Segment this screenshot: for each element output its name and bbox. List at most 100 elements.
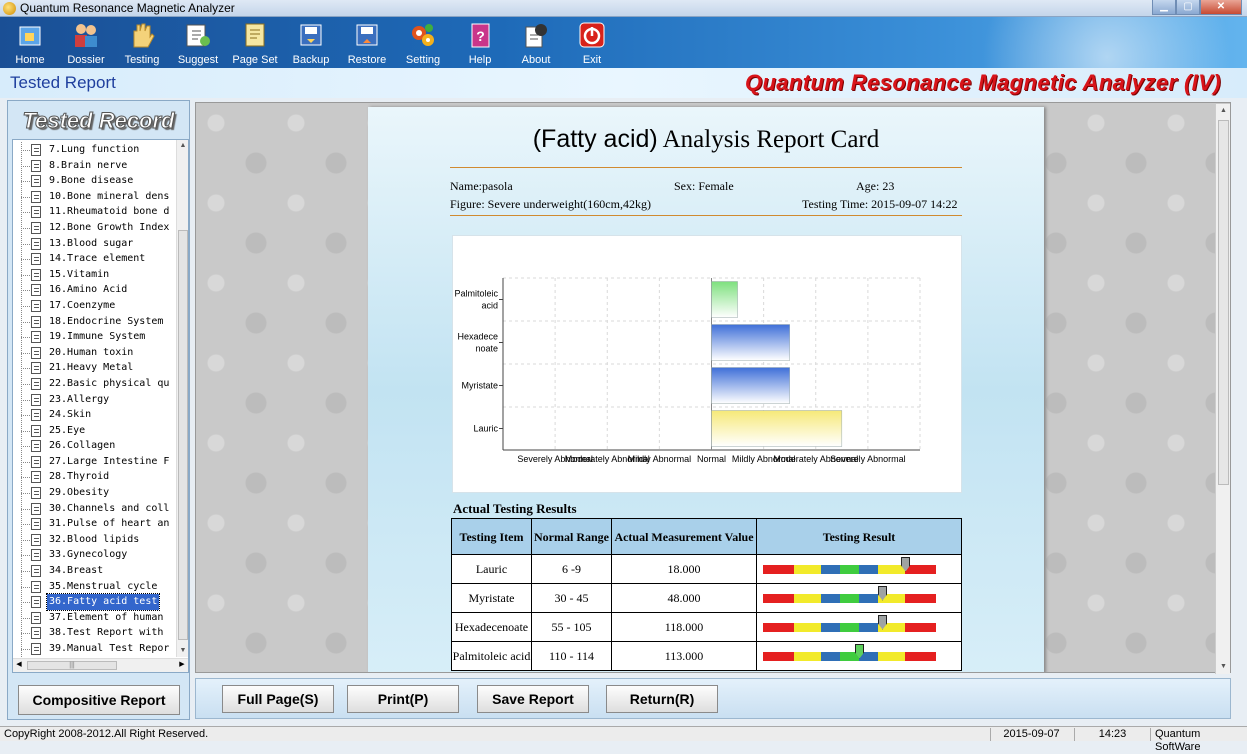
tree-item[interactable]: 37.Element of human xyxy=(13,610,178,626)
document-icon xyxy=(31,393,41,406)
tree-item[interactable]: 12.Bone Growth Index xyxy=(13,220,178,236)
tree-connector xyxy=(21,305,30,307)
tree-horizontal-scrollbar[interactable]: ◀ ||| ▶ xyxy=(13,658,188,672)
tree-item[interactable]: 17.Coenzyme xyxy=(13,298,178,314)
toolbar-button-label: About xyxy=(521,54,551,66)
chart-y-tick-label: Hexadece xyxy=(457,332,498,342)
gauge-segment xyxy=(820,564,840,574)
document-icon xyxy=(31,533,41,546)
toolbar-about-button[interactable]: About xyxy=(508,19,564,67)
tree-item[interactable]: 26.Collagen xyxy=(13,438,178,454)
toolbar-page-set-button[interactable]: Page Set xyxy=(227,19,283,67)
page-set-icon xyxy=(241,21,269,49)
tree-hscroll-thumb[interactable]: ||| xyxy=(27,661,117,670)
tree-item[interactable]: 7.Lung function xyxy=(13,142,178,158)
tree-item[interactable]: 15.Vitamin xyxy=(13,267,178,283)
toolbar-button-label: Setting xyxy=(405,54,441,66)
tree-item[interactable]: 29.Obesity xyxy=(13,485,178,501)
help-book-icon: ? xyxy=(466,21,494,49)
tree-item[interactable]: 11.Rheumatoid bone d xyxy=(13,204,178,220)
tree-item[interactable]: 30.Channels and coll xyxy=(13,501,178,517)
result-row: Myristate 30 - 45 48.000 xyxy=(451,583,962,613)
tree-item-label: 8.Brain nerve xyxy=(49,159,128,171)
tree-item-label: 22.Basic physical qu xyxy=(49,377,170,389)
return-button[interactable]: Return(R) xyxy=(606,685,718,713)
document-icon xyxy=(31,159,41,172)
tree-item[interactable]: 25.Eye xyxy=(13,423,178,439)
tree-item[interactable]: 20.Human toxin xyxy=(13,345,178,361)
patient-sex: Sex: Female xyxy=(674,179,734,193)
tree-connector xyxy=(21,586,30,588)
tree-item[interactable]: 32.Blood lipids xyxy=(13,532,178,548)
tree-item-label: 11.Rheumatoid bone d xyxy=(49,206,170,218)
tree-item-label: 34.Breast xyxy=(49,565,104,577)
document-icon xyxy=(31,580,41,593)
tree-item-label: 35.Menstrual cycle xyxy=(49,580,158,592)
document-icon xyxy=(31,409,41,422)
tree-connector xyxy=(21,212,30,214)
tree-item[interactable]: 27.Large Intestine F xyxy=(13,454,178,470)
tree-item[interactable]: 10.Bone mineral dens xyxy=(13,189,178,205)
status-date: 2015-09-07 xyxy=(990,728,1068,741)
tree-item[interactable]: 8.Brain nerve xyxy=(13,158,178,174)
tree-item-label: 24.Skin xyxy=(49,409,92,421)
compositive-report-button[interactable]: Compositive Report xyxy=(18,685,180,715)
print-button[interactable]: Print(P) xyxy=(347,685,459,713)
toolbar-testing-button[interactable]: Testing xyxy=(114,19,170,67)
results-title: Actual Testing Results xyxy=(453,501,577,516)
tree-item[interactable]: 33.Gynecology xyxy=(13,547,178,563)
tree-item[interactable]: 18.Endocrine System xyxy=(13,314,178,330)
tree-item[interactable]: 28.Thyroid xyxy=(13,469,178,485)
fatty-acid-chart: Palmitoleic acid Hexadece noate Myristate Lau… xyxy=(452,235,962,493)
tree-item[interactable]: 24.Skin xyxy=(13,407,178,423)
scroll-down-arrow-icon[interactable]: ▼ xyxy=(177,645,189,657)
tree-item[interactable]: 21.Heavy Metal xyxy=(13,360,178,376)
tree-item[interactable]: 34.Breast xyxy=(13,563,178,579)
tree-connector xyxy=(21,337,30,339)
toolbar-dossier-button[interactable]: Dossier xyxy=(58,19,114,67)
tree-connector xyxy=(21,415,30,417)
report-title-rest: Analysis Report Card xyxy=(657,126,880,153)
document-icon xyxy=(31,549,41,562)
scroll-right-arrow-icon[interactable]: ▶ xyxy=(176,659,188,671)
save-report-button[interactable]: Save Report xyxy=(477,685,589,713)
report-scroll-thumb[interactable] xyxy=(1218,120,1229,485)
close-button[interactable]: ✕ xyxy=(1200,0,1242,15)
toolbar-help-button[interactable]: ? Help xyxy=(452,19,508,67)
gauge-segment xyxy=(858,593,879,603)
tree-item[interactable]: 38.Test Report with xyxy=(13,625,178,641)
result-row: Hexadecenoate 55 - 105 118.000 xyxy=(451,612,962,642)
tree-connector xyxy=(21,290,30,292)
tree-item[interactable]: 9.Bone disease xyxy=(13,173,178,189)
toolbar-backup-button[interactable]: Backup xyxy=(283,19,339,67)
tree-vertical-scrollbar[interactable]: ▲ ▼ xyxy=(176,140,188,657)
tree-item[interactable]: 16.Amino Acid xyxy=(13,282,178,298)
tree-item[interactable]: 31.Pulse of heart an xyxy=(13,516,178,532)
toolbar-exit-button[interactable]: Exit xyxy=(564,19,620,67)
minimize-button[interactable]: ▁ xyxy=(1152,0,1176,15)
tree-item[interactable]: 39.Manual Test Repor xyxy=(13,641,178,657)
scroll-up-arrow-icon[interactable]: ▲ xyxy=(177,140,189,152)
tree-item[interactable]: 13.Blood sugar xyxy=(13,236,178,252)
tree-item[interactable]: 19.Immune System xyxy=(13,329,178,345)
chart-y-tick-label: Lauric xyxy=(473,424,498,434)
toolbar-suggest-button[interactable]: Suggest xyxy=(170,19,226,67)
tree-item[interactable]: 23.Allergy xyxy=(13,392,178,408)
document-icon xyxy=(31,190,41,203)
tree-connector xyxy=(21,399,30,401)
report-scroll-up-icon[interactable]: ▲ xyxy=(1216,104,1231,118)
record-tree-list: 7.Lung function 8.Brain nerve 9.Bone disea… xyxy=(13,142,178,657)
tree-item[interactable]: 22.Basic physical qu xyxy=(13,376,178,392)
scroll-left-arrow-icon[interactable]: ◀ xyxy=(13,659,25,671)
report-vertical-scrollbar[interactable]: ▲ ▼ xyxy=(1215,104,1230,674)
report-scroll-down-icon[interactable]: ▼ xyxy=(1216,660,1231,674)
tree-item[interactable]: 14.Trace element xyxy=(13,251,178,267)
full-page-button[interactable]: Full Page(S) xyxy=(222,685,334,713)
tree-item[interactable]: 35.Menstrual cycle xyxy=(13,579,178,595)
toolbar-restore-button[interactable]: Restore xyxy=(339,19,395,67)
toolbar-home-button[interactable]: Home xyxy=(2,19,58,67)
tree-scroll-thumb[interactable] xyxy=(178,230,188,640)
maximize-button[interactable]: ▢ xyxy=(1176,0,1200,15)
tree-item[interactable]: 36.Fatty acid test xyxy=(13,593,178,611)
toolbar-setting-button[interactable]: Setting xyxy=(395,19,451,67)
